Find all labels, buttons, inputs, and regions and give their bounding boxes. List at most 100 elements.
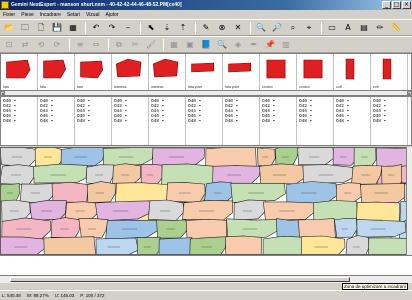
search-button[interactable]: 🔍 (215, 38, 229, 51)
marker-button[interactable]: ✒ (247, 38, 261, 51)
stop-button[interactable]: ⊗ (215, 21, 229, 34)
piece-tile[interactable]: maneca (112, 54, 149, 90)
nested-piece[interactable] (112, 163, 142, 185)
nested-piece[interactable] (86, 181, 116, 204)
nested-piece[interactable] (147, 199, 185, 221)
nested-piece[interactable] (368, 237, 411, 255)
nested-piece[interactable] (166, 182, 206, 203)
group-button[interactable]: ⧉ (112, 38, 126, 51)
pencil-button[interactable]: ✏ (373, 21, 387, 34)
size-row[interactable]: O48 ▪ (77, 119, 111, 124)
nested-piece[interactable] (233, 199, 266, 221)
piece-tile[interactable]: fata yoke (223, 54, 260, 90)
size-row[interactable]: O48 ▪ (114, 119, 148, 124)
undo-button[interactable]: ↶ (89, 21, 103, 34)
size-row[interactable]: O48 ▪ (225, 119, 259, 124)
size-row[interactable]: O48 ▪ (373, 119, 407, 124)
nested-piece[interactable] (43, 236, 96, 255)
dash-button[interactable]: – (121, 21, 135, 34)
nested-piece[interactable] (302, 164, 355, 184)
menu-vizual[interactable]: Vizual (86, 12, 100, 18)
nested-piece[interactable] (1, 148, 37, 168)
rotate-right-button[interactable]: ⟳ (50, 38, 64, 51)
nested-piece[interactable] (189, 236, 227, 255)
size-row[interactable]: O48 ▪ (299, 119, 333, 124)
zoom-window-button[interactable]: ⌖ (302, 21, 316, 34)
nested-piece[interactable] (334, 218, 358, 238)
size-row[interactable]: O48 ▪ (262, 119, 296, 124)
menu-setari[interactable]: Setari (67, 12, 80, 18)
piece-tile[interactable]: cuff (371, 54, 408, 90)
grid-button[interactable]: ▦ (66, 21, 80, 34)
nested-piece[interactable] (262, 235, 303, 255)
nested-piece[interactable] (353, 148, 377, 168)
nested-piece[interactable] (345, 235, 370, 256)
nested-piece[interactable] (204, 181, 234, 202)
zoom-fit-button[interactable]: ⌕ (286, 21, 300, 34)
cursor-button[interactable]: ⬉ (144, 21, 158, 34)
chart-button[interactable]: ▥ (279, 38, 293, 51)
nested-piece[interactable] (1, 183, 20, 202)
table-button[interactable]: ▦ (167, 38, 181, 51)
text-button[interactable]: A (341, 21, 355, 34)
size-row[interactable]: O48 ▪ (40, 119, 74, 124)
spacing-button[interactable]: ⇔ (89, 38, 103, 51)
piece-tile[interactable]: maneca (149, 54, 186, 90)
piece-tile[interactable]: fata (1, 54, 38, 90)
folder-button[interactable]: 🗀 (18, 21, 32, 34)
nested-piece[interactable] (105, 219, 159, 240)
pieces-button[interactable]: ▣ (183, 38, 197, 51)
piece-tile[interactable]: fata (75, 54, 112, 90)
nested-piece[interactable] (300, 235, 346, 255)
zoom-in-button[interactable]: 🔍 (254, 21, 268, 34)
open-button[interactable]: 📂 (2, 21, 16, 34)
nest-button[interactable]: ⊡ (2, 38, 16, 51)
cut-button[interactable]: ✂ (128, 38, 142, 51)
close-button[interactable]: × (402, 1, 411, 9)
redo-button[interactable]: ↷ (105, 21, 119, 34)
zoom-out-button[interactable]: 🔎 (270, 21, 284, 34)
nested-piece[interactable] (182, 200, 234, 221)
piece-tile[interactable]: cuff (334, 54, 371, 90)
layout-horizontal-scrollbar[interactable] (0, 275, 412, 283)
menu-ajutor[interactable]: Ajutor (105, 12, 118, 18)
nested-piece[interactable] (259, 163, 306, 185)
scroll-thumb[interactable] (10, 277, 350, 282)
layers-button[interactable]: ◈ (231, 38, 245, 51)
piece-tile[interactable]: cordon (260, 54, 297, 90)
nested-piece[interactable] (29, 199, 67, 221)
nested-piece[interactable] (1, 217, 51, 240)
piece-tile[interactable]: fata (38, 54, 75, 90)
nested-piece[interactable] (33, 163, 88, 184)
save-button[interactable]: 💾 (50, 21, 64, 34)
size-row[interactable]: O48 ▪ (188, 119, 222, 124)
arrow-down-button[interactable]: ⇣ (160, 21, 174, 34)
minimize-button[interactable]: _ (382, 1, 391, 9)
title-bar[interactable]: Gemini NestExpert - manson shurt.nxm - 4… (0, 0, 412, 10)
nested-piece[interactable] (78, 217, 109, 239)
nested-piece[interactable] (225, 235, 262, 255)
nested-piece[interactable] (50, 217, 82, 239)
arrow-up-button[interactable]: ⇡ (176, 21, 190, 34)
ruler-button[interactable]: 📏 (389, 21, 403, 34)
maximize-button[interactable]: □ (392, 1, 401, 9)
close-red-button[interactable]: ✕ (231, 21, 245, 34)
brush-button[interactable]: 🖌 (144, 38, 158, 51)
nested-piece[interactable] (1, 236, 46, 255)
nested-piece[interactable] (356, 218, 407, 238)
nested-piece[interactable] (95, 237, 139, 255)
nested-piece[interactable] (136, 236, 162, 255)
book-button[interactable]: 📘 (199, 38, 213, 51)
layout-vertical-scrollbar[interactable] (406, 147, 412, 255)
nested-piece[interactable] (332, 148, 357, 166)
wand-button[interactable]: ✎ (199, 21, 213, 34)
menu-fisier[interactable]: Fisier (3, 12, 15, 18)
size-row[interactable]: O48 ▪ (151, 119, 185, 124)
page-button[interactable]: 🗋 (34, 21, 48, 34)
folder-yellow-button[interactable]: ▭ (325, 21, 339, 34)
nested-piece[interactable] (158, 237, 193, 255)
nested-piece[interactable] (102, 148, 154, 167)
size-row[interactable]: O48 ▪ (3, 119, 37, 124)
rotate-left-button[interactable]: ⟲ (34, 38, 48, 51)
piece-tile[interactable]: cordon (297, 54, 334, 90)
